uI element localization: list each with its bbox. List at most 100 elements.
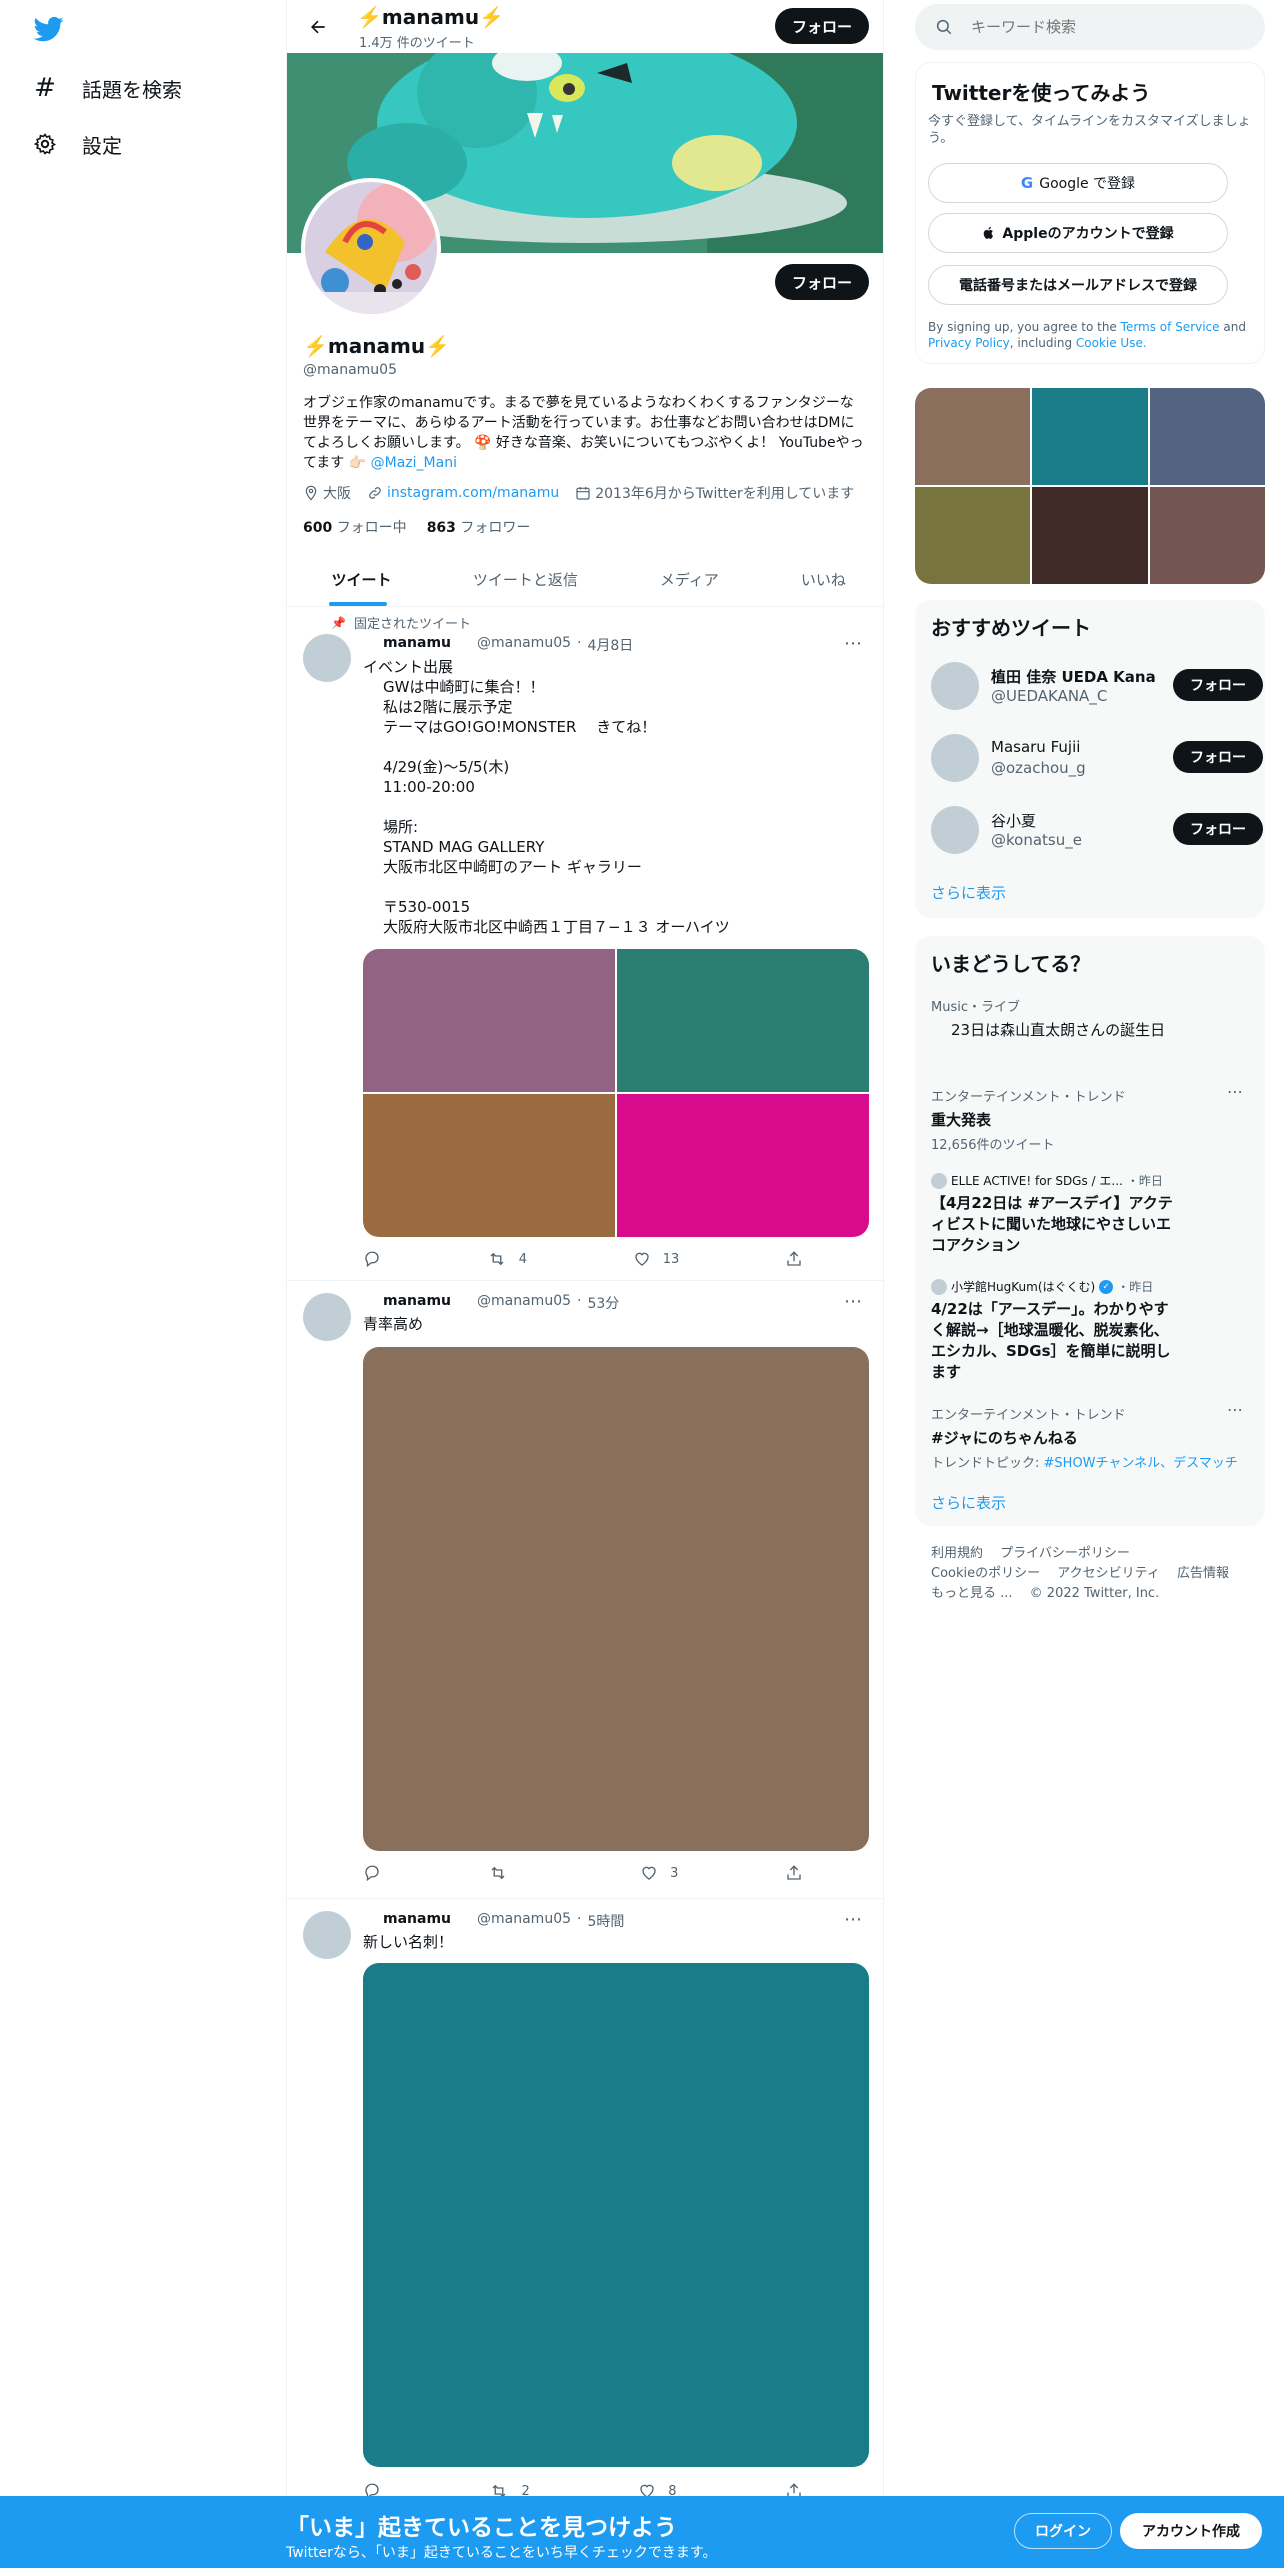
follow-button[interactable]: フォロー — [1173, 669, 1263, 701]
twitter-logo[interactable] — [32, 14, 66, 44]
news-title: 【4月22日は #アースデイ】アクティビストに聞いた地球にやさしいエコアクション — [931, 1194, 1173, 1254]
trends-show-more[interactable]: さらに表示 — [931, 1492, 1006, 1513]
tab-media[interactable]: メディア — [615, 553, 764, 606]
back-button[interactable] — [301, 10, 335, 44]
user-handle: @ozachou_g — [991, 759, 1086, 777]
tweet-image[interactable] — [363, 1347, 869, 1851]
follow-button[interactable]: フォロー — [1173, 741, 1263, 773]
tweet-time[interactable]: 5時間 — [587, 1911, 624, 1931]
footer-link[interactable]: 利用規約 — [931, 1546, 983, 1561]
tweet-pinned[interactable]: 📌 固定されたツイート manamu @manamu05 · 4月8日 ⋯ イベ… — [287, 607, 883, 1281]
nav-settings[interactable]: 設定 — [30, 126, 122, 162]
create-account-button[interactable]: アカウント作成 — [1120, 2513, 1262, 2549]
trend-item[interactable]: Music・ライブ 23日は森山直太朗さんの誕生日 — [931, 996, 1251, 1040]
nav-explore[interactable]: # 話題を検索 — [30, 70, 182, 106]
follow-button[interactable]: フォロー — [1173, 813, 1263, 845]
tweet-avatar[interactable] — [303, 1293, 351, 1341]
google-signup-button[interactable]: G Google で登録 — [928, 163, 1228, 203]
trend-more-button[interactable]: ⋯ — [1227, 1400, 1243, 1419]
more-button[interactable]: ⋯ — [839, 629, 867, 657]
tweet[interactable]: manamu @manamu05 · 5時間 ⋯ 新しい名刺！ 2 8 — [287, 1899, 883, 2519]
trend-item[interactable]: エンターテインメント・トレンド #ジャにのちゃんねる トレンドトピック: #SH… — [931, 1404, 1251, 1471]
tab-likes[interactable]: いいね — [764, 553, 883, 606]
reply-icon — [365, 1251, 379, 1268]
who-to-follow-show-more[interactable]: さらに表示 — [931, 882, 1006, 903]
more-button[interactable]: ⋯ — [839, 1905, 867, 1933]
share-button[interactable] — [785, 1247, 803, 1271]
like-button[interactable]: 3 — [640, 1861, 678, 1885]
retweet-button[interactable] — [488, 1861, 534, 1885]
heart-icon — [635, 1252, 649, 1266]
like-button[interactable]: 13 — [633, 1247, 679, 1271]
tweet[interactable]: manamu @manamu05 · 53分 ⋯ 青率高め 3 — [287, 1281, 883, 1899]
who-to-follow-title: おすすめツイート — [931, 616, 1091, 640]
user-avatar[interactable] — [931, 806, 979, 854]
tweet-avatar[interactable] — [303, 634, 351, 682]
tweet-handle[interactable]: @manamu05 — [477, 1911, 571, 1931]
news-item[interactable]: 小学館HugKum(はぐくむ) ✓ ・昨日 4/22は「アースデー」。わかりやす… — [931, 1278, 1181, 1383]
following-stat[interactable]: 600 フォロー中 — [303, 517, 407, 537]
reply-button[interactable] — [363, 1861, 381, 1885]
trend-topic-links[interactable]: #SHOWチャンネル、デスマッチ — [1044, 1456, 1238, 1471]
profile-avatar[interactable] — [301, 178, 441, 318]
retweet-button[interactable]: 4 — [487, 1247, 527, 1271]
login-button[interactable]: ログイン — [1014, 2513, 1112, 2549]
more-button[interactable]: ⋯ — [839, 1287, 867, 1315]
tab-tweets-replies[interactable]: ツイートと返信 — [436, 553, 615, 606]
media-thumbnail[interactable] — [1032, 388, 1148, 485]
tab-likes-label: いいね — [800, 571, 846, 589]
header-follow-button[interactable]: フォロー — [775, 8, 869, 44]
tweet-author[interactable]: manamu — [383, 635, 451, 655]
suggested-user[interactable]: 谷小夏 @konatsu_e フォロー — [931, 804, 1263, 856]
terms-link[interactable]: Terms of Service — [1121, 320, 1220, 334]
tweet-handle[interactable]: @manamu05 — [477, 635, 571, 655]
footer-link[interactable]: プライバシーポリシー — [1000, 1546, 1130, 1561]
suggested-user[interactable]: 植田 佳奈 UEDA Kana @UEDAKANA_C フォロー — [931, 660, 1263, 712]
tweet-image[interactable] — [617, 1094, 869, 1237]
news-source-name: ELLE ACTIVE! for SDGs / エ... — [951, 1174, 1123, 1188]
media-thumbnail[interactable] — [1149, 487, 1265, 584]
legal-including: , including — [1009, 336, 1073, 350]
footer-link[interactable]: Cookieのポリシー — [931, 1566, 1040, 1581]
tweet-author[interactable]: manamu — [383, 1293, 451, 1313]
suggested-user[interactable]: Masaru Fujii @ozachou_g フォロー — [931, 732, 1263, 784]
tweet-image[interactable] — [617, 949, 869, 1092]
tweet-image[interactable] — [363, 1963, 869, 2467]
tweet-image[interactable] — [363, 1094, 615, 1237]
media-thumbnail[interactable] — [915, 487, 1031, 584]
profile-follow-button[interactable]: フォロー — [775, 264, 869, 300]
footer-link[interactable]: もっと見る ... — [931, 1586, 1013, 1601]
trend-item[interactable]: エンターテインメント・トレンド 重大発表 12,656件のツイート — [931, 1086, 1251, 1153]
tweet-time[interactable]: 4月8日 — [587, 635, 633, 655]
user-avatar[interactable] — [931, 662, 979, 710]
search-box[interactable] — [915, 4, 1265, 50]
followers-stat[interactable]: 863 フォロワー — [427, 517, 531, 537]
media-grid[interactable] — [915, 388, 1265, 584]
trend-count: 12,656件のツイート — [931, 1138, 1055, 1153]
tweet-handle[interactable]: @manamu05 — [477, 1293, 571, 1313]
tab-tweets[interactable]: ツイート — [287, 553, 436, 606]
news-item[interactable]: ELLE ACTIVE! for SDGs / エ... ・昨日 【4月22日は … — [931, 1172, 1181, 1256]
phone-signup-button[interactable]: 電話番号またはメールアドレスで登録 — [928, 265, 1228, 305]
cookie-link[interactable]: Cookie Use. — [1076, 336, 1147, 350]
footer-link[interactable]: アクセシビリティ — [1057, 1566, 1160, 1581]
footer-link[interactable]: 広告情報 — [1177, 1566, 1229, 1581]
media-thumbnail[interactable] — [1032, 487, 1148, 584]
user-avatar[interactable] — [931, 734, 979, 782]
reply-button[interactable] — [363, 1247, 381, 1271]
media-thumbnail[interactable] — [915, 388, 1031, 485]
tweet-image[interactable] — [363, 949, 615, 1092]
profile-url-link[interactable]: instagram.com/manamu — [387, 485, 559, 501]
reply-icon — [365, 1865, 379, 1882]
search-input[interactable] — [971, 18, 1231, 36]
trend-more-button[interactable]: ⋯ — [1227, 1082, 1243, 1101]
privacy-link[interactable]: Privacy Policy — [928, 336, 1010, 350]
share-button[interactable] — [785, 1861, 803, 1885]
tweet-author[interactable]: manamu — [383, 1911, 451, 1931]
apple-signup-button[interactable]: Appleのアカウントで登録 — [928, 213, 1228, 253]
media-thumbnail[interactable] — [1149, 388, 1265, 485]
tweet-avatar[interactable] — [303, 1911, 351, 1959]
profile-bio-mention[interactable]: @Mazi_Mani — [371, 455, 457, 471]
tweet-time[interactable]: 53分 — [587, 1293, 619, 1313]
tweet-media-grid[interactable] — [363, 949, 869, 1237]
